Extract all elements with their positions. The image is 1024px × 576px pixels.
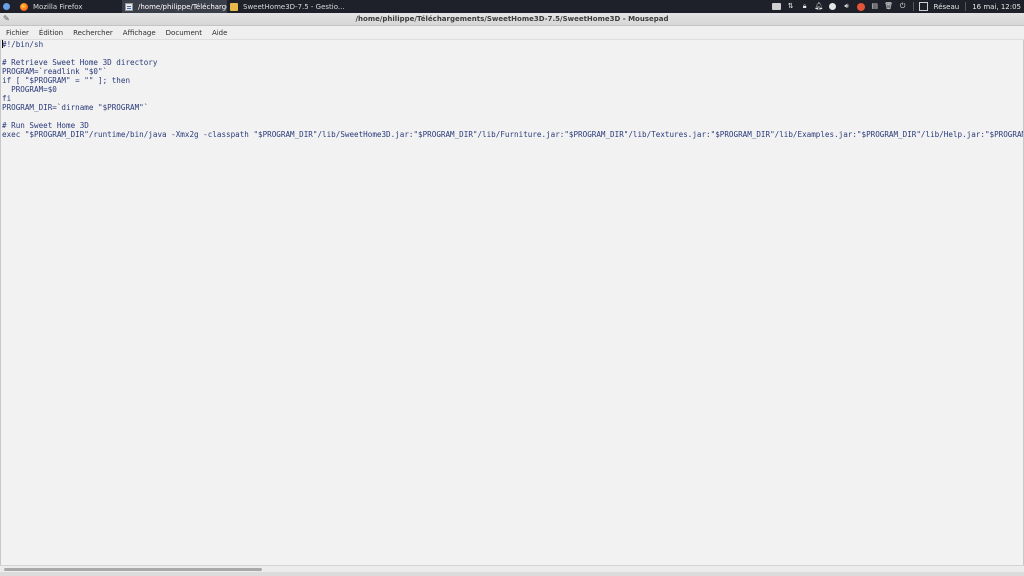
horizontal-scrollbar[interactable] <box>0 565 1024 572</box>
applications-menu-button[interactable] <box>0 0 13 13</box>
trash-icon[interactable]: 🗑︎ <box>884 2 893 11</box>
firefox-tray-icon[interactable] <box>856 2 865 11</box>
window-bottom-border <box>0 572 1024 576</box>
network-icon[interactable] <box>919 2 929 11</box>
taskbar-item-label: Mozilla Firefox <box>33 2 83 11</box>
menu-aide[interactable]: Aide <box>207 26 232 40</box>
firefox-icon <box>20 2 28 11</box>
network-label[interactable]: Réseau <box>934 3 960 11</box>
window-titlebar[interactable]: ✎ /home/philippe/Téléchargements/SweetHo… <box>0 13 1024 26</box>
menu-edition[interactable]: Édition <box>34 26 68 40</box>
xfce-logo-icon <box>3 3 10 10</box>
code-line-7: fi <box>2 94 12 103</box>
tray-separator <box>965 2 967 11</box>
taskbar-item-mousepad[interactable]: /home/philippe/Télécharge... <box>122 0 227 13</box>
menu-fichier[interactable]: Fichier <box>1 26 34 40</box>
menu-document[interactable]: Document <box>161 26 207 40</box>
folder-icon <box>230 2 238 11</box>
menubar: Fichier Édition Rechercher Affichage Doc… <box>0 26 1024 40</box>
top-panel: Mozilla Firefox /home/philippe/Télécharg… <box>0 0 1024 13</box>
menu-rechercher[interactable]: Rechercher <box>68 26 118 40</box>
code-line-4: PROGRAM=`readlink "$0"` <box>2 67 108 76</box>
taskbar-item-file-manager[interactable]: SweetHome3D-7.5 - Gestio... <box>227 0 347 13</box>
menu-affichage[interactable]: Affichage <box>118 26 161 40</box>
text-editor-icon <box>125 2 133 11</box>
system-tray: ⇅ 🔒︎ 🔔︎ 🔊︎ ▤ 🗑︎ ⏻ Réseau 16 mai, 12:05 <box>770 0 1024 13</box>
update-icon[interactable] <box>828 2 837 11</box>
code-line-6: PROGRAM=$0 <box>2 85 57 94</box>
code-line-5: if [ "$PROGRAM" = "" ]; then <box>2 76 131 85</box>
code-content[interactable]: #!/bin/sh # Retrieve Sweet Home 3D direct… <box>1 40 1023 139</box>
taskbar-item-firefox[interactable]: Mozilla Firefox <box>17 0 122 13</box>
code-line-8: PROGRAM_DIR=`dirname "$PROGRAM"` <box>2 103 149 112</box>
lock-icon[interactable]: 🔒︎ <box>800 2 809 11</box>
tray-separator <box>912 2 914 11</box>
code-line-11: exec "$PROGRAM_DIR"/runtime/bin/java -Xm… <box>2 130 1024 139</box>
clipboard-icon[interactable]: ▤ <box>870 2 879 11</box>
code-line-1: #!/bin/sh <box>2 40 44 49</box>
code-line-10: # Run Sweet Home 3D <box>2 121 89 130</box>
notification-bell-icon[interactable]: 🔔︎ <box>814 2 823 11</box>
taskbar-item-label: /home/philippe/Télécharge... <box>138 2 227 11</box>
code-line-3: # Retrieve Sweet Home 3D directory <box>2 58 158 67</box>
text-editor-area[interactable]: #!/bin/sh # Retrieve Sweet Home 3D direct… <box>0 40 1024 565</box>
window-title: /home/philippe/Téléchargements/SweetHome… <box>355 15 669 23</box>
volume-icon[interactable]: 🔊︎ <box>842 2 851 11</box>
scrollbar-thumb[interactable] <box>4 568 262 571</box>
window-list-icon[interactable] <box>772 2 782 11</box>
clock[interactable]: 16 mai, 12:05 <box>972 3 1021 11</box>
power-icon[interactable]: ⏻ <box>898 2 907 11</box>
network-transfer-icon[interactable]: ⇅ <box>786 2 795 11</box>
taskbar-item-label: SweetHome3D-7.5 - Gestio... <box>243 2 345 11</box>
